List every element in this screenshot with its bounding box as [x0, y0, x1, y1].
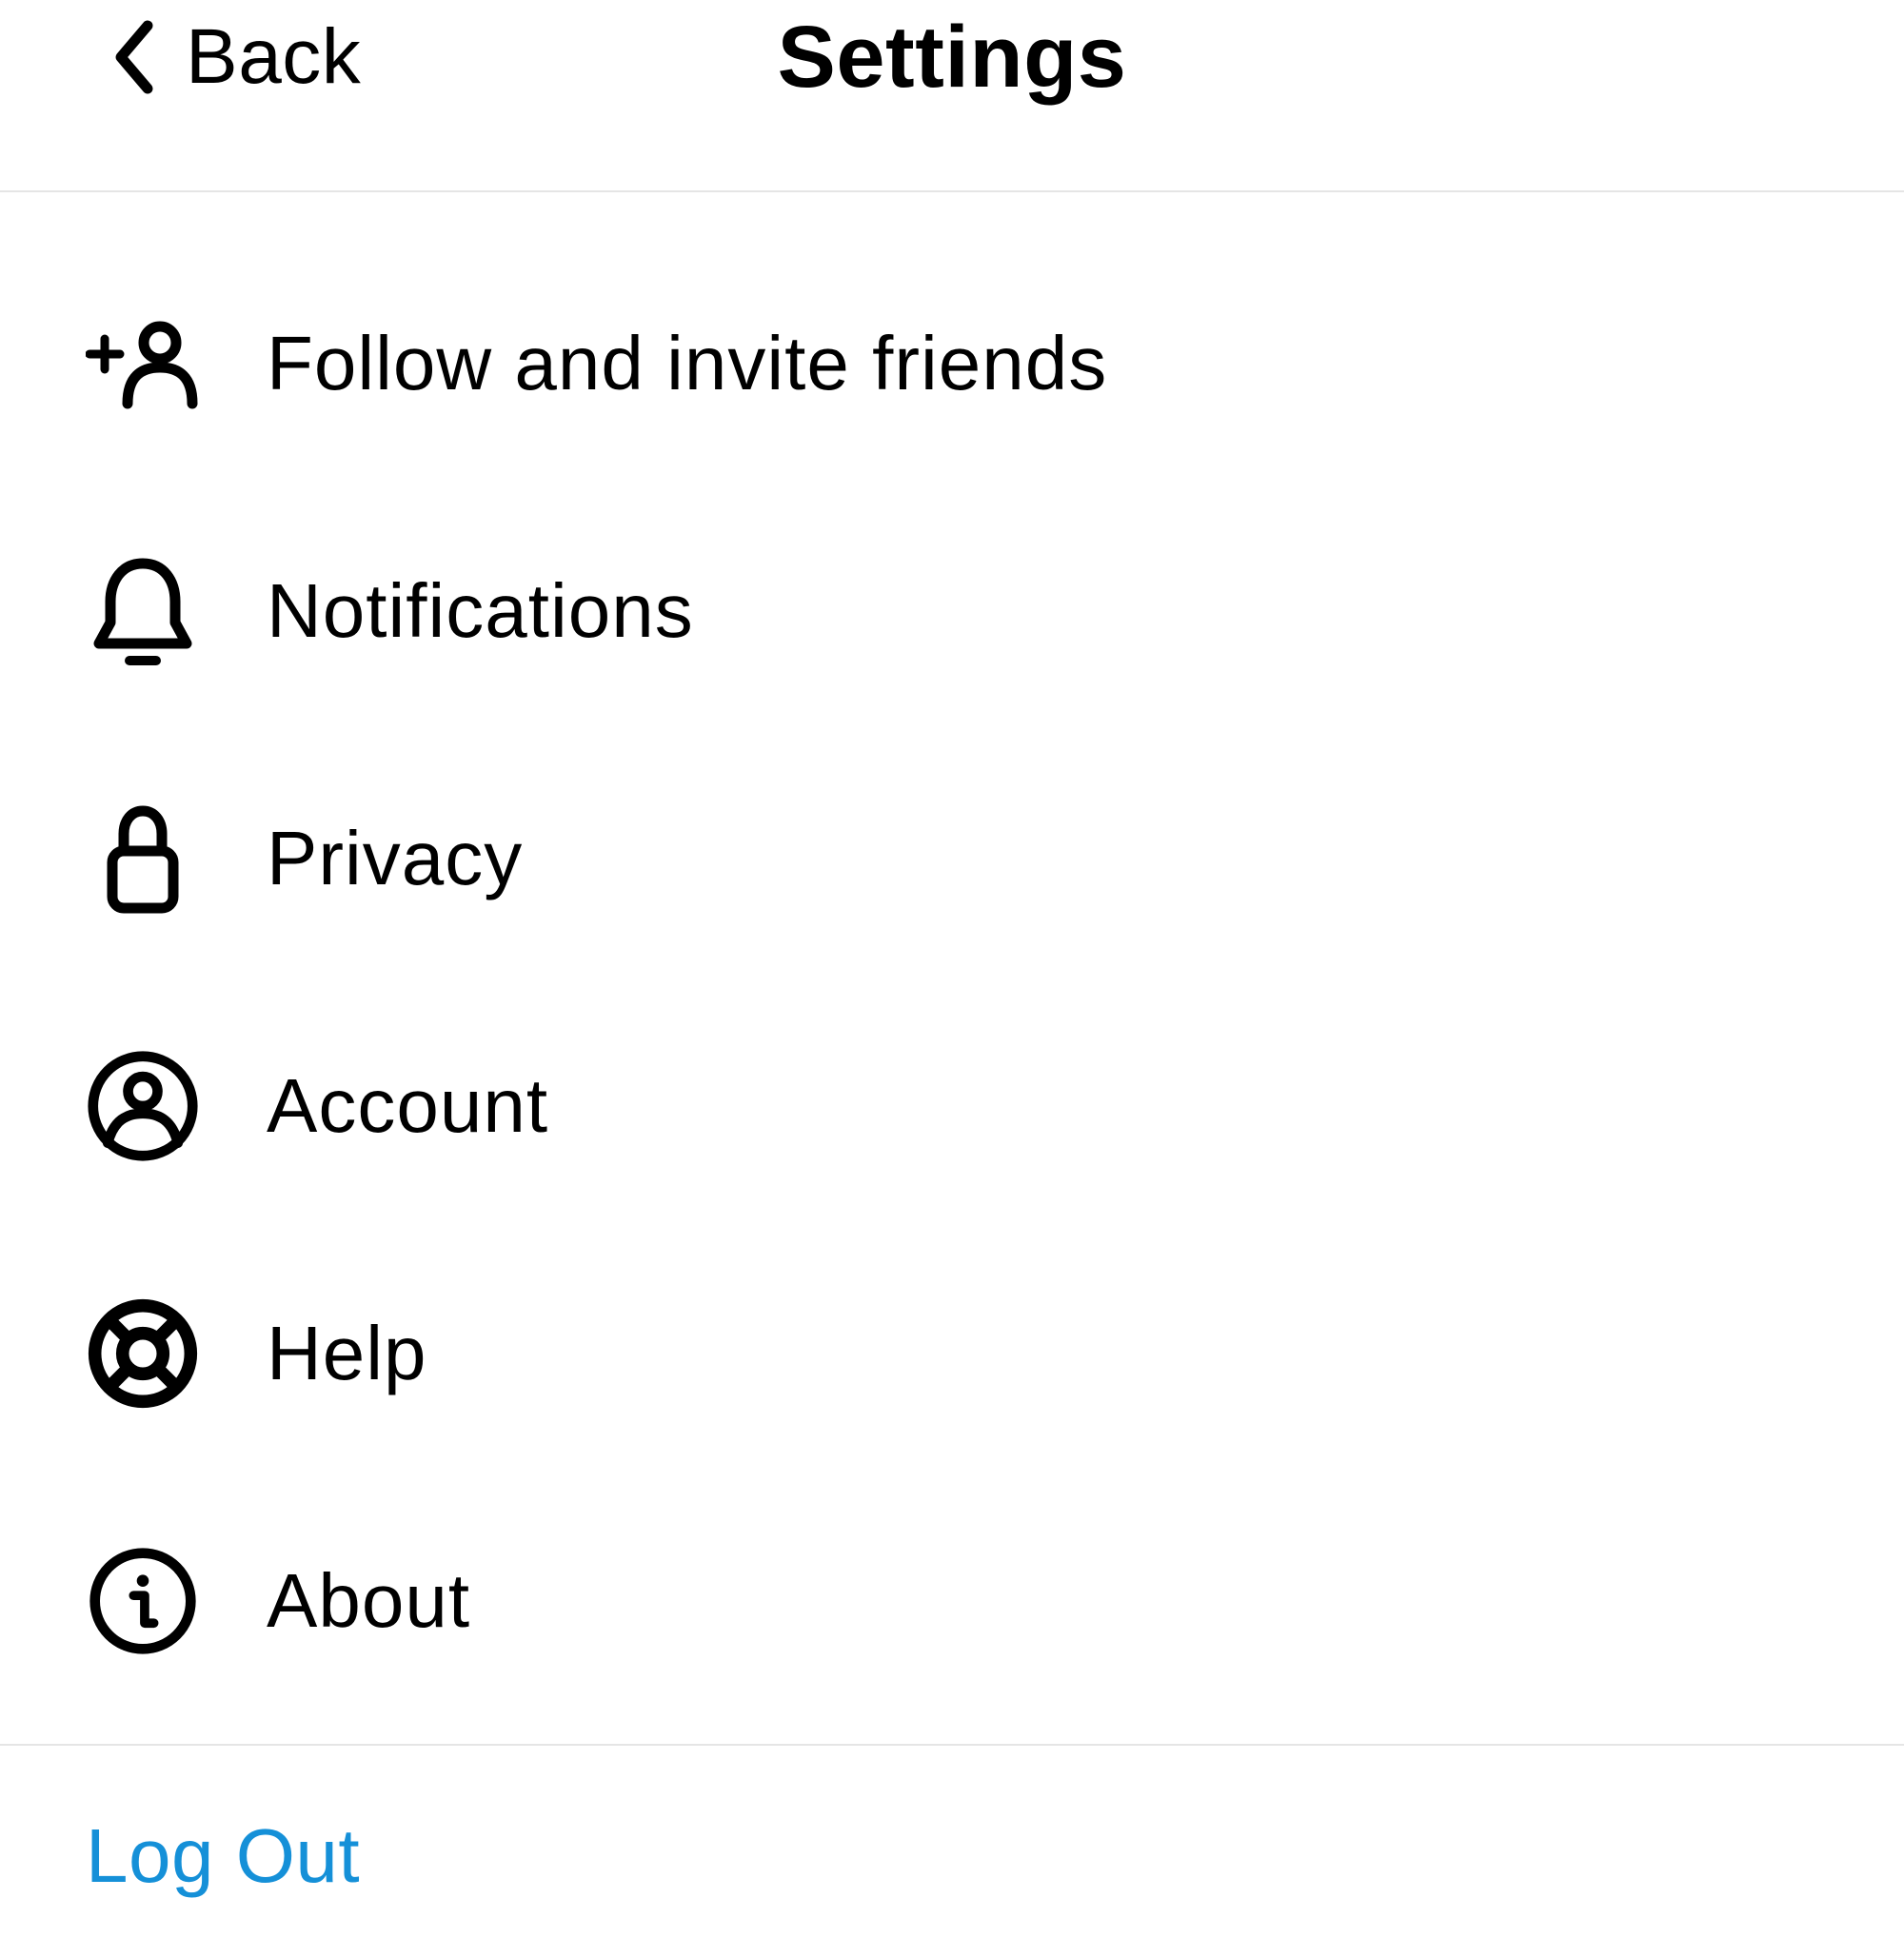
menu-item-label: Help	[267, 1310, 427, 1397]
bell-icon	[86, 554, 200, 668]
menu-item-notifications[interactable]: Notifications	[86, 487, 1904, 735]
menu-item-label: Notifications	[267, 567, 694, 655]
menu-item-label: Follow and invite friends	[267, 320, 1107, 407]
user-plus-icon	[86, 307, 200, 421]
menu-item-follow-invite[interactable]: Follow and invite friends	[86, 240, 1904, 487]
menu-item-about[interactable]: About	[86, 1477, 1904, 1725]
info-icon	[86, 1544, 200, 1658]
menu-item-label: Privacy	[267, 815, 523, 902]
back-button[interactable]: Back	[109, 0, 361, 114]
back-label: Back	[186, 12, 361, 102]
menu-item-account[interactable]: Account	[86, 982, 1904, 1230]
menu-item-privacy[interactable]: Privacy	[86, 735, 1904, 982]
settings-menu: Follow and invite friends Notifications	[0, 192, 1904, 1746]
chevron-left-icon	[109, 19, 157, 95]
user-circle-icon	[86, 1049, 200, 1163]
menu-item-help[interactable]: Help	[86, 1230, 1904, 1477]
menu-item-label: Account	[267, 1062, 548, 1150]
logout-button[interactable]: Log Out	[86, 1812, 360, 1900]
page-title: Settings	[778, 0, 1127, 114]
lock-icon	[86, 801, 200, 916]
lifebuoy-icon	[86, 1296, 200, 1411]
menu-item-label: About	[267, 1557, 470, 1645]
header: Back Settings	[0, 0, 1904, 192]
footer: Log Out	[0, 1746, 1904, 1938]
